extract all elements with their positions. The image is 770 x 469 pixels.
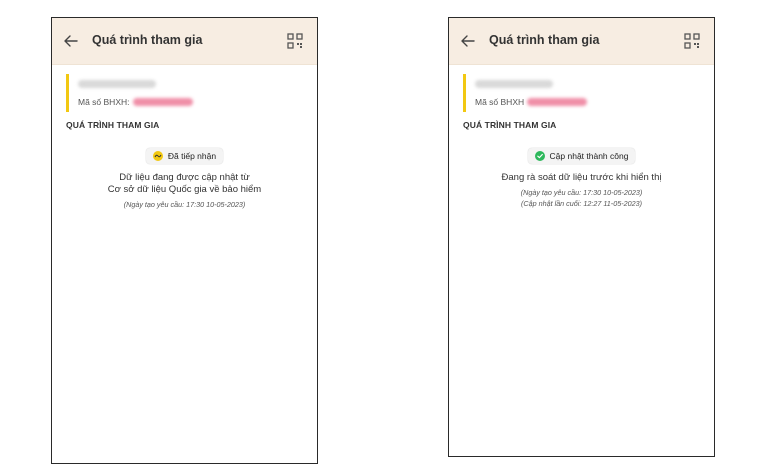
qr-code-button[interactable] xyxy=(684,33,700,49)
bhxh-row: Mã số BHXH xyxy=(475,97,714,107)
check-circle-icon xyxy=(534,151,545,161)
insured-info-card: Mã số BHXH: xyxy=(66,74,317,112)
status-badge: Đã tiếp nhận xyxy=(145,148,224,164)
status-label: Cập nhật thành công xyxy=(549,151,629,161)
message-line: Dữ liệu đang được cập nhật từ xyxy=(119,172,250,183)
request-date: (Ngày tạo yêu cầu: 17:30 10-05-2023) xyxy=(520,188,643,197)
arrow-left-icon xyxy=(461,35,475,47)
last-updated-date: (Cập nhật lần cuối: 12:27 11-05-2023) xyxy=(521,199,642,208)
arrow-left-icon xyxy=(64,35,78,47)
message-line: Cơ sở dữ liệu Quốc gia về bảo hiểm xyxy=(107,184,262,195)
phone-screen-success: Quá trình tham gia Mã số BHXH QUÁ TRÌNH … xyxy=(448,17,715,457)
section-title: QUÁ TRÌNH THAM GIA xyxy=(463,120,557,130)
status-message: Đang rà soát dữ liệu trước khi hiển thị xyxy=(449,172,714,184)
qr-code-button[interactable] xyxy=(287,33,303,49)
back-button[interactable] xyxy=(61,31,81,51)
status-label: Đã tiếp nhận xyxy=(167,151,217,161)
status-meta: (Ngày tạo yêu cầu: 17:30 10-05-2023) xyxy=(52,199,317,210)
phone-screen-received: Quá trình tham gia Mã số BHXH: QUÁ TRÌNH… xyxy=(51,17,318,464)
bhxh-label: Mã số BHXH xyxy=(475,97,525,107)
app-header: Quá trình tham gia xyxy=(52,18,317,65)
status-meta: (Ngày tạo yêu cầu: 17:30 10-05-2023) (Cậ… xyxy=(449,187,714,209)
redacted-name xyxy=(78,80,156,88)
section-title: QUÁ TRÌNH THAM GIA xyxy=(66,120,160,130)
request-date: (Ngày tạo yêu cầu: 17:30 10-05-2023) xyxy=(123,200,246,209)
redacted-bhxh-number xyxy=(527,98,588,106)
insured-info-card: Mã số BHXH xyxy=(463,74,714,112)
sync-icon xyxy=(152,151,163,161)
page-title: Quá trình tham gia xyxy=(489,33,600,47)
qr-code-icon xyxy=(684,33,700,49)
bhxh-row: Mã số BHXH: xyxy=(78,97,317,107)
bhxh-label: Mã số BHXH: xyxy=(78,97,130,107)
status-message: Dữ liệu đang được cập nhật từ Cơ sở dữ l… xyxy=(52,172,317,196)
app-header: Quá trình tham gia xyxy=(449,18,714,65)
status-badge: Cập nhật thành công xyxy=(527,148,636,164)
message-line: Đang rà soát dữ liệu trước khi hiển thị xyxy=(501,172,662,183)
redacted-name xyxy=(475,80,553,88)
qr-code-icon xyxy=(287,33,303,49)
page-title: Quá trình tham gia xyxy=(92,33,203,47)
redacted-bhxh-number xyxy=(132,98,193,106)
back-button[interactable] xyxy=(458,31,478,51)
